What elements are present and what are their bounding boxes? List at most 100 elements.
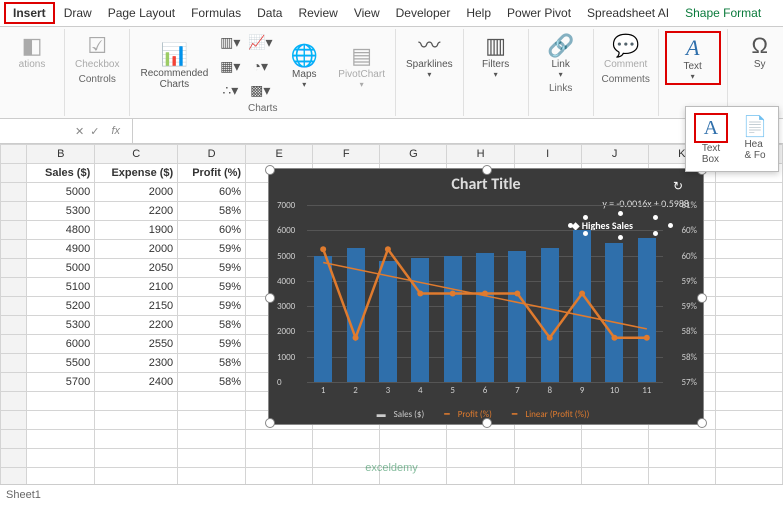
row-header[interactable] [1, 240, 27, 259]
cell[interactable]: 5100 [27, 278, 95, 297]
cell[interactable]: 2200 [95, 202, 178, 221]
row-header[interactable] [1, 335, 27, 354]
text-button[interactable]: AText▾ [665, 31, 721, 85]
cell[interactable] [715, 297, 782, 316]
row-header[interactable] [1, 354, 27, 373]
cell[interactable]: 1900 [95, 221, 178, 240]
cell[interactable]: 60% [178, 183, 246, 202]
scatter-chart-icon[interactable]: ∴▾ [216, 79, 244, 101]
pivotchart-button[interactable]: ▤PivotChart▾ [334, 41, 389, 91]
sparklines-button[interactable]: 〰Sparklines▾ [402, 31, 457, 81]
comment-button[interactable]: 💬Comment [600, 31, 652, 72]
cell[interactable] [715, 259, 782, 278]
row-header[interactable] [1, 297, 27, 316]
cell[interactable]: 2000 [95, 183, 178, 202]
symbols-button[interactable]: ΩSy [734, 31, 783, 72]
cell[interactable]: 58% [178, 202, 246, 221]
row-header[interactable] [1, 221, 27, 240]
cell[interactable]: 6000 [27, 335, 95, 354]
cell[interactable]: 58% [178, 316, 246, 335]
col-header[interactable]: C [95, 145, 178, 164]
cell[interactable]: 59% [178, 278, 246, 297]
link-button[interactable]: 🔗Link▾ [535, 31, 587, 81]
fx-icon[interactable]: fx [105, 125, 126, 137]
cell[interactable]: 5200 [27, 297, 95, 316]
col-header[interactable]: B [27, 145, 95, 164]
tab-developer[interactable]: Developer [389, 4, 458, 22]
line-chart-icon[interactable]: 📈▾ [246, 31, 274, 53]
cell[interactable] [715, 373, 782, 392]
pivot-icon[interactable]: ↻ [673, 179, 683, 194]
cell[interactable]: 2300 [95, 354, 178, 373]
cell[interactable]: 5000 [27, 259, 95, 278]
cell[interactable] [715, 278, 782, 297]
cell[interactable]: 2550 [95, 335, 178, 354]
row-header[interactable] [1, 183, 27, 202]
col-header[interactable]: J [581, 145, 648, 164]
cell[interactable]: 2000 [95, 240, 178, 259]
row-header[interactable] [1, 259, 27, 278]
tab-formulas[interactable]: Formulas [184, 4, 248, 22]
col-header[interactable]: E [246, 145, 313, 164]
sheet-tab[interactable]: Sheet1 [0, 484, 783, 505]
cell[interactable] [715, 202, 782, 221]
column-chart-icon[interactable]: ▥▾ [216, 31, 244, 53]
cell[interactable]: 5000 [27, 183, 95, 202]
header-footer-button[interactable]: 📄Hea & Fo [736, 111, 774, 167]
cell[interactable]: 2050 [95, 259, 178, 278]
tab-review[interactable]: Review [291, 4, 344, 22]
pie-chart-icon[interactable]: ◔▾ [246, 55, 274, 77]
cell[interactable] [715, 221, 782, 240]
tab-help[interactable]: Help [459, 4, 498, 22]
cancel-icon[interactable]: ✕ [75, 125, 84, 138]
chart-object[interactable]: Chart Title y = -0.0016x + 0.5988 ↻ ◆ Hi… [268, 168, 704, 425]
cell[interactable] [715, 316, 782, 335]
maps-button[interactable]: 🌐Maps▾ [278, 41, 330, 91]
tab-page-layout[interactable]: Page Layout [101, 4, 182, 22]
cell[interactable] [715, 183, 782, 202]
cell[interactable]: 2100 [95, 278, 178, 297]
cell[interactable] [715, 240, 782, 259]
recommended-charts-button[interactable]: 📊Recommended Charts [136, 40, 212, 92]
cell[interactable]: 5300 [27, 316, 95, 335]
row-header[interactable] [1, 164, 27, 183]
ations-button[interactable]: ◧ations [6, 31, 58, 72]
cell[interactable]: 4900 [27, 240, 95, 259]
row-header[interactable] [1, 202, 27, 221]
cell[interactable]: 59% [178, 259, 246, 278]
cell[interactable]: 59% [178, 335, 246, 354]
col-header[interactable]: G [380, 145, 447, 164]
cell[interactable]: 2400 [95, 373, 178, 392]
cell[interactable]: 58% [178, 373, 246, 392]
col-header[interactable]: D [178, 145, 246, 164]
cell[interactable]: 2200 [95, 316, 178, 335]
cell[interactable] [715, 354, 782, 373]
cell[interactable]: 5700 [27, 373, 95, 392]
cell[interactable]: 5500 [27, 354, 95, 373]
text-box-button[interactable]: AText Box [690, 111, 732, 167]
row-header[interactable] [1, 278, 27, 297]
row-header[interactable] [1, 316, 27, 335]
row-header[interactable] [1, 373, 27, 392]
tab-spreadsheet-ai[interactable]: Spreadsheet AI [580, 4, 676, 22]
cell[interactable]: 58% [178, 354, 246, 373]
cell[interactable]: 5300 [27, 202, 95, 221]
tab-data[interactable]: Data [250, 4, 289, 22]
surface-chart-icon[interactable]: ▩▾ [246, 79, 274, 101]
cell[interactable]: 59% [178, 240, 246, 259]
cell[interactable]: 59% [178, 297, 246, 316]
tab-shape-format[interactable]: Shape Format [678, 4, 768, 22]
cell[interactable]: 60% [178, 221, 246, 240]
cell[interactable] [715, 335, 782, 354]
tab-view[interactable]: View [347, 4, 387, 22]
col-header[interactable]: I [514, 145, 581, 164]
cell[interactable]: 4800 [27, 221, 95, 240]
filters-button[interactable]: ▥Filters▾ [470, 31, 522, 81]
checkbox-button[interactable]: ☑Checkbox [71, 31, 123, 72]
hierarchy-chart-icon[interactable]: ▦▾ [216, 55, 244, 77]
enter-icon[interactable]: ✓ [90, 125, 99, 138]
cell[interactable]: 2150 [95, 297, 178, 316]
col-header[interactable]: H [447, 145, 514, 164]
tab-power-pivot[interactable]: Power Pivot [500, 4, 578, 22]
tab-insert[interactable]: Insert [4, 2, 55, 24]
